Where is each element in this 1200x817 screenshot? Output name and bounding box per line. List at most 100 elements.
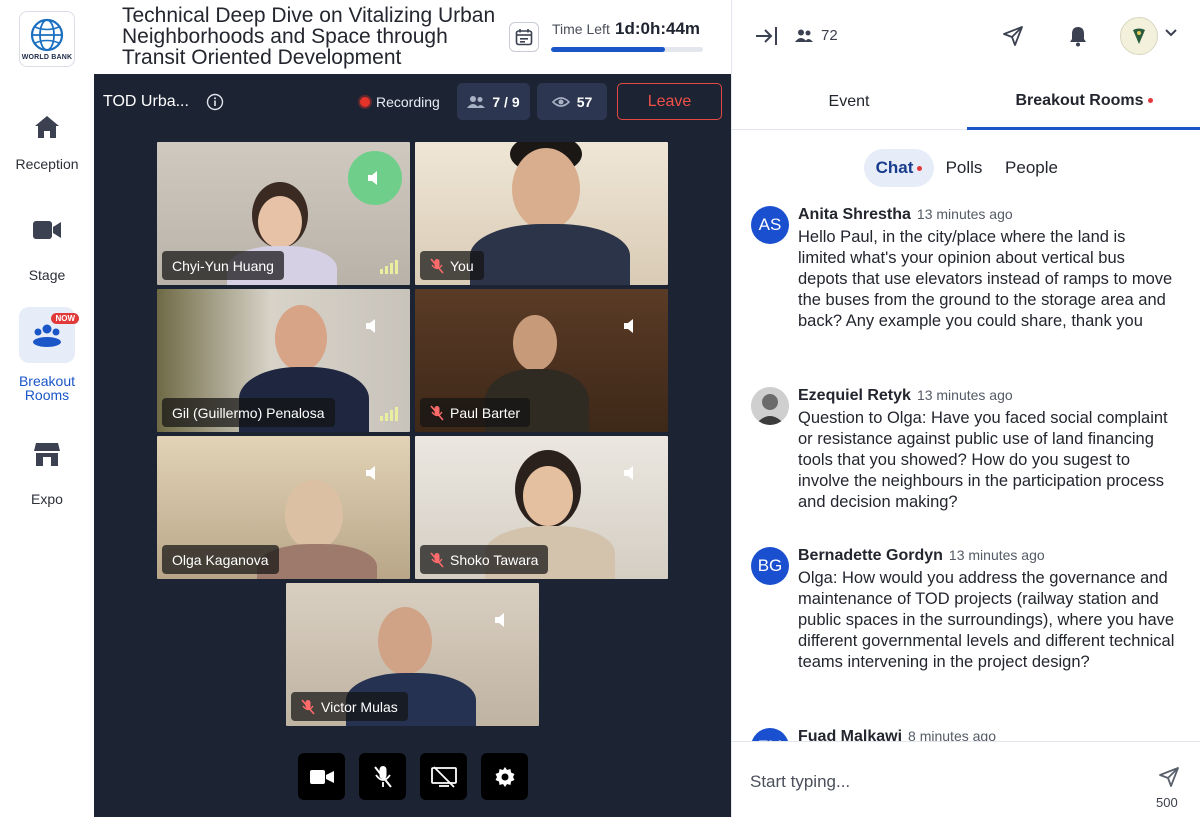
gear-icon (495, 766, 514, 787)
world-bank-logo[interactable]: WORLD BANK (19, 11, 75, 67)
send-icon[interactable] (1002, 25, 1024, 47)
mic-muted-icon (301, 698, 315, 715)
bell-icon[interactable] (1068, 25, 1088, 47)
speaker-icon (624, 466, 633, 480)
sender-avatar[interactable] (751, 387, 789, 425)
user-avatar-icon (1133, 28, 1145, 44)
participant-name: Shoko Tawara (450, 551, 539, 568)
nav-label-breakout-rooms: Breakout Rooms (18, 373, 76, 403)
stage-toolbar: TOD Urba... Recording 7 / 9 57 Leave (94, 74, 731, 130)
message-text: Olga: How would you address the governan… (798, 569, 1175, 671)
recording-indicator: Recording (360, 94, 440, 110)
time-progress-fill (551, 47, 665, 52)
participant-nameplate: Shoko Tawara (420, 545, 549, 574)
event-header: Technical Deep Dive on Vitalizing Urban … (94, 0, 731, 74)
subtab-people-label: People (1005, 158, 1058, 177)
nav-label-expo: Expo (31, 491, 63, 507)
settings-button[interactable] (481, 753, 528, 800)
participants-count: 7 / 9 (492, 93, 520, 110)
chat-input[interactable] (750, 762, 1140, 802)
sender-photo-icon (751, 387, 789, 425)
attendee-count-value: 72 (821, 27, 838, 44)
nav-item-breakout-rooms[interactable]: NOW Breakout Rooms (0, 307, 94, 402)
participant-nameplate: Gil (Guillermo) Penalosa (162, 398, 335, 427)
calendar-button[interactable] (509, 22, 539, 52)
time-left-label: Time Left (552, 21, 610, 37)
viewers-button[interactable]: 57 (537, 83, 607, 120)
mic-muted-icon (430, 551, 444, 568)
message-text: Hello Paul, in the city/place where the … (798, 228, 1173, 330)
video-tile[interactable]: Gil (Guillermo) Penalosa (157, 289, 410, 432)
attendee-count[interactable]: 72 (795, 27, 838, 44)
chat-subtabs: Chat Polls People (732, 130, 1200, 200)
tab-event[interactable]: Event (732, 74, 966, 130)
subtab-chat[interactable]: Chat (864, 149, 934, 187)
participant-name: Paul Barter (450, 404, 521, 421)
subtab-people[interactable]: People (998, 149, 1065, 187)
mic-muted-icon (373, 765, 392, 788)
participant-name: Olga Kaganova (172, 551, 269, 568)
speaker-icon (366, 319, 375, 333)
participant-nameplate: Chyi-Yun Huang (162, 251, 284, 280)
home-icon (19, 99, 75, 155)
sender-avatar[interactable]: BG (751, 547, 789, 585)
screen-share-off-icon (430, 765, 457, 788)
video-tile-self[interactable]: You (415, 142, 668, 285)
participant-nameplate: Victor Mulas (291, 692, 408, 721)
chevron-down-icon[interactable] (1164, 28, 1178, 38)
people-icon (467, 95, 486, 108)
side-panel: 72 Event Breakout Rooms Chat Polls Peopl… (731, 0, 1200, 817)
nav-item-reception[interactable]: Reception (0, 99, 94, 171)
nav-item-expo[interactable]: Expo (0, 426, 94, 506)
speaker-icon (624, 319, 633, 333)
participant-name: Chyi-Yun Huang (172, 257, 274, 274)
message-time: 13 minutes ago (916, 387, 1013, 403)
video-tile[interactable]: Chyi-Yun Huang (157, 142, 410, 285)
info-icon[interactable] (206, 93, 224, 111)
video-tile[interactable]: Paul Barter (415, 289, 668, 432)
speaker-icon (495, 613, 504, 627)
speaker-icon (366, 466, 375, 480)
collapse-panel-icon[interactable] (754, 25, 778, 47)
message-time: 13 minutes ago (916, 206, 1013, 222)
calendar-icon (515, 29, 533, 46)
user-avatar[interactable] (1120, 17, 1158, 55)
video-tile[interactable]: Victor Mulas (286, 583, 539, 726)
logo-text: WORLD BANK (21, 53, 73, 61)
media-controls (94, 750, 731, 810)
eye-icon (551, 96, 570, 107)
video-camera-icon (19, 202, 75, 258)
time-left-value: 1d:0h:44m (615, 19, 701, 38)
signal-strength-icon (380, 407, 398, 421)
screen-share-button[interactable] (420, 753, 467, 800)
participant-nameplate: Paul Barter (420, 398, 531, 427)
panel-tabs: Event Breakout Rooms (732, 74, 1200, 130)
unread-dot (1147, 98, 1153, 103)
now-badge: NOW (51, 313, 79, 324)
subtab-chat-label: Chat (875, 158, 914, 177)
subtab-polls[interactable]: Polls (937, 149, 991, 187)
viewers-count: 57 (576, 93, 593, 110)
sender-name: Anita Shrestha 13 minutes ago (798, 206, 1013, 223)
tab-breakout-rooms[interactable]: Breakout Rooms (967, 74, 1200, 130)
breakout-stage: TOD Urba... Recording 7 / 9 57 Leave Chy… (94, 74, 731, 817)
chat-messages[interactable]: AS Anita Shrestha 13 minutes ago Hello Pa… (732, 200, 1200, 741)
leave-button[interactable]: Leave (617, 83, 722, 120)
microphone-button[interactable] (359, 753, 406, 800)
send-icon[interactable] (1158, 766, 1180, 788)
camera-button[interactable] (298, 753, 345, 800)
storefront-icon (19, 426, 75, 482)
video-tile[interactable]: Shoko Tawara (415, 436, 668, 579)
participants-button[interactable]: 7 / 9 (457, 83, 530, 120)
nav-item-stage[interactable]: Stage (0, 202, 94, 282)
sender-avatar[interactable]: FM (751, 728, 789, 741)
mic-muted-icon (430, 404, 444, 421)
sender-avatar[interactable]: AS (751, 206, 789, 244)
message-time: 13 minutes ago (948, 547, 1045, 563)
video-tile[interactable]: Olga Kaganova (157, 436, 410, 579)
sender-name: Bernadette Gordyn 13 minutes ago (798, 547, 1045, 564)
message-time: 8 minutes ago (908, 728, 996, 741)
participant-name: Victor Mulas (321, 698, 398, 715)
recording-dot-icon (360, 97, 370, 107)
unread-dot (917, 165, 923, 171)
